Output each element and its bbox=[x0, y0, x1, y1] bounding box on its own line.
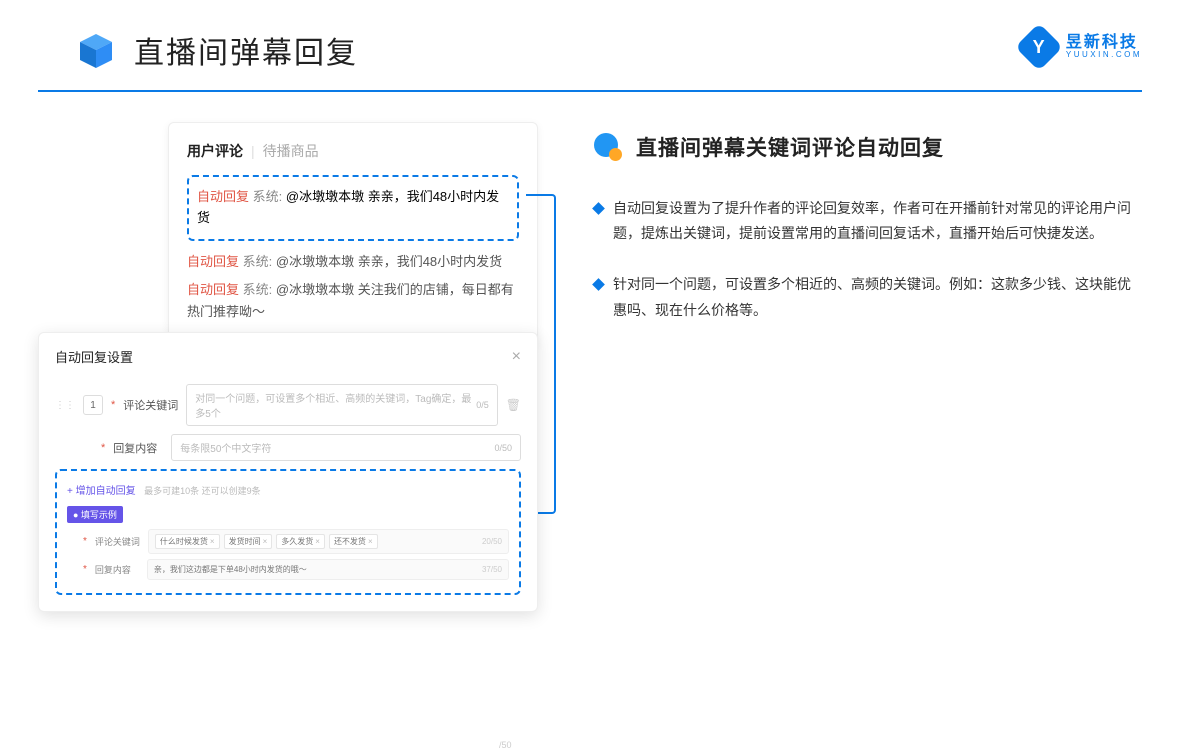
comments-panel: 用户评论 | 待播商品 自动回复 系统: @冰墩墩本墩 亲亲，我们48小时内发货… bbox=[168, 122, 538, 348]
tag-chip: 多久发货× bbox=[276, 534, 325, 549]
delete-icon[interactable]: 🗑 bbox=[506, 398, 521, 412]
keyword-label: 评论关键词 bbox=[123, 397, 178, 413]
bullet-point: 自动回复设置为了提升作者的评论回复效率，作者可在开播前针对常见的评论用户问题，提… bbox=[594, 196, 1142, 246]
tab-pending-products[interactable]: 待播商品 bbox=[263, 141, 319, 161]
keyword-input[interactable]: 对同一个问题，可设置多个相近、高频的关键词，Tag确定，最多5个 0/5 bbox=[186, 384, 497, 426]
tag-chip: 发货时间× bbox=[224, 534, 273, 549]
speech-bubble-icon bbox=[594, 133, 622, 161]
comment-line: 自动回复 系统: @冰墩墩本墩 关注我们的店铺，每日都有热门推荐呦～ bbox=[187, 279, 519, 323]
tag-chip: 什么时候发货× bbox=[155, 534, 220, 549]
close-icon[interactable]: × bbox=[512, 348, 521, 366]
brand-name-cn: 昱新科技 bbox=[1066, 35, 1142, 51]
add-auto-reply-link[interactable]: + 增加自动回复 bbox=[67, 482, 136, 497]
comment-line: 自动回复 系统: @冰墩墩本墩 亲亲，我们48小时内发货 bbox=[187, 251, 519, 273]
content-input[interactable]: 每条限50个中文字符 0/50 bbox=[171, 434, 521, 461]
index-box: 1 bbox=[83, 395, 103, 415]
diamond-icon bbox=[592, 279, 605, 292]
content-label: 回复内容 bbox=[113, 440, 163, 456]
bullet-point: 针对同一个问题，可设置多个相近的、高频的关键词。例如：这款多少钱、这块能优惠吗、… bbox=[594, 272, 1142, 322]
modal-title: 自动回复设置 bbox=[55, 347, 133, 366]
drag-handle-icon[interactable]: ⋮⋮ bbox=[55, 400, 75, 411]
cube-icon bbox=[76, 30, 116, 70]
example-keyword-input[interactable]: 什么时候发货× 发货时间× 多久发货× 还不发货× 20/50 bbox=[148, 529, 509, 554]
tab-user-comments[interactable]: 用户评论 bbox=[187, 141, 243, 161]
auto-reply-tag: 自动回复 bbox=[197, 189, 249, 204]
auto-reply-settings-modal: 自动回复设置 × ⋮⋮ 1 * 评论关键词 对同一个问题，可设置多个相近、高频的… bbox=[38, 332, 538, 612]
example-box: + 增加自动回复 最多可建10条 还可以创建9条 ● 填写示例 * 评论关键词 … bbox=[55, 469, 521, 595]
section-title: 直播间弹幕关键词评论自动回复 bbox=[636, 132, 944, 162]
brand-name-en: YUUXIN.COM bbox=[1066, 51, 1142, 59]
floor-count: /50 bbox=[499, 740, 512, 750]
add-hint: 最多可建10条 还可以创建9条 bbox=[144, 486, 261, 496]
highlighted-comment: 自动回复 系统: @冰墩墩本墩 亲亲，我们48小时内发货 bbox=[187, 175, 519, 241]
example-content-input[interactable]: 亲，我们这边都是下单48小时内发货的哦～ 37/50 bbox=[147, 559, 509, 580]
brand-icon: Y bbox=[1015, 23, 1063, 71]
example-badge: ● 填写示例 bbox=[67, 506, 123, 523]
tag-chip: 还不发货× bbox=[329, 534, 378, 549]
brand-logo: Y 昱新科技 YUUXIN.COM bbox=[1022, 30, 1142, 64]
diamond-icon bbox=[592, 202, 605, 215]
page-title: 直播间弹幕回复 bbox=[134, 28, 358, 72]
